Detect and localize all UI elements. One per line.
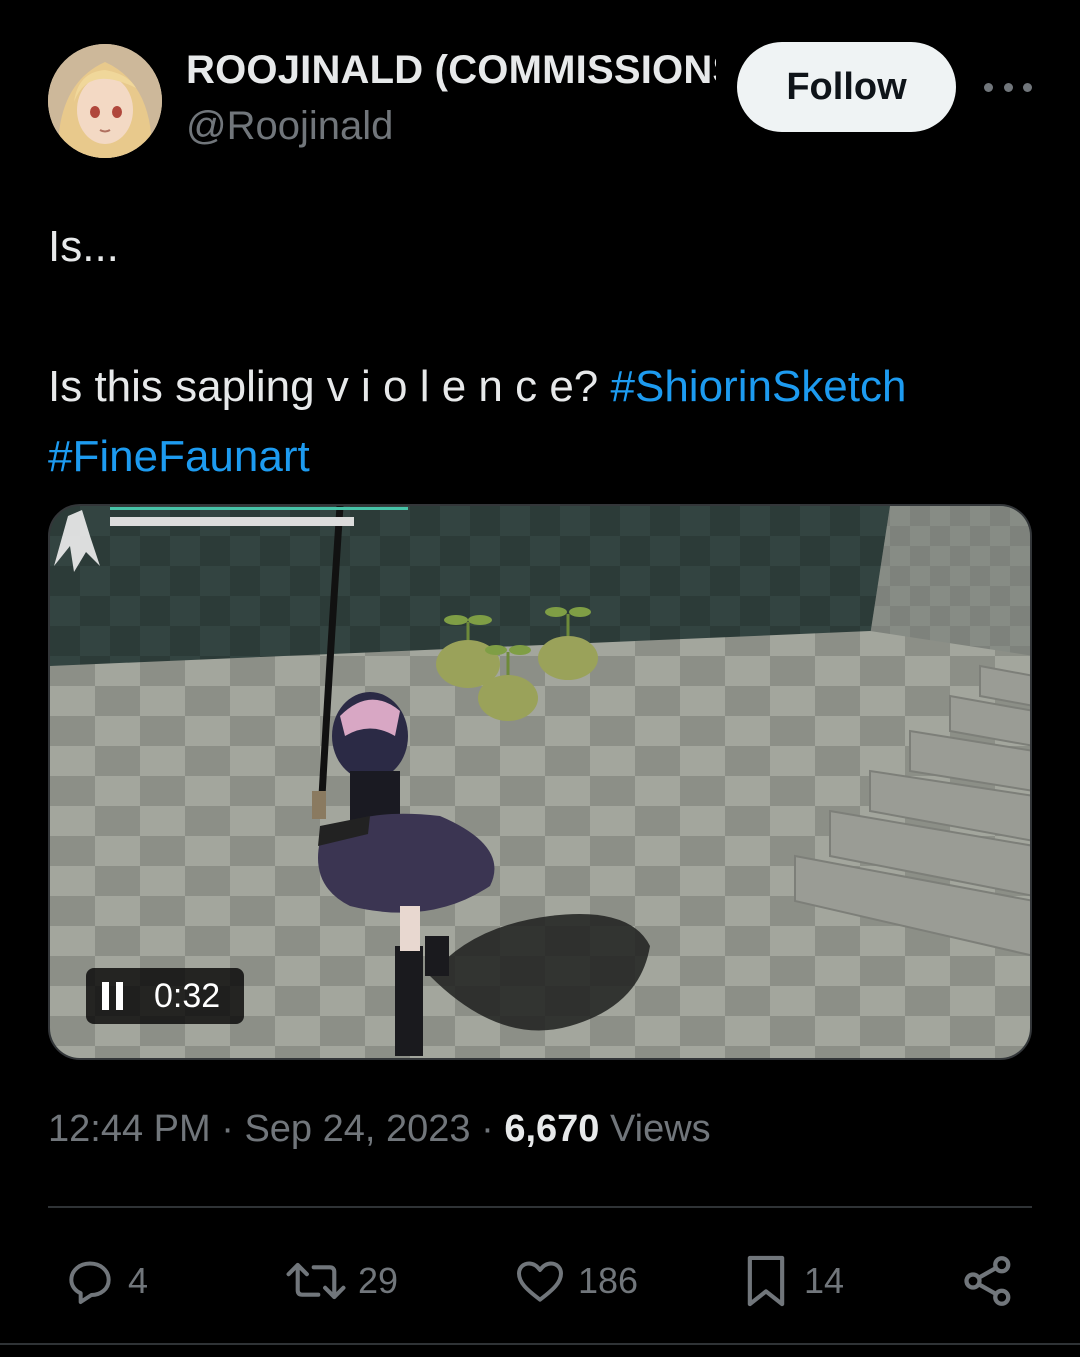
like-button[interactable]: 186 bbox=[512, 1246, 638, 1316]
repost-button[interactable]: 29 bbox=[284, 1246, 398, 1316]
like-icon bbox=[517, 1261, 563, 1302]
meta-separator: · bbox=[481, 1108, 494, 1150]
tweet-date[interactable]: Sep 24, 2023 bbox=[244, 1108, 470, 1150]
share-icon bbox=[964, 1256, 1011, 1306]
repost-icon bbox=[286, 1262, 346, 1300]
tweet-time[interactable]: 12:44 PM bbox=[48, 1108, 211, 1150]
divider bbox=[0, 1343, 1080, 1345]
reply-button[interactable]: 4 bbox=[62, 1246, 148, 1316]
bookmark-icon bbox=[747, 1255, 785, 1307]
more-icon[interactable] bbox=[984, 70, 1032, 104]
reply-count: 4 bbox=[128, 1260, 149, 1301]
follow-button[interactable]: Follow bbox=[737, 42, 956, 132]
like-count: 186 bbox=[578, 1260, 639, 1301]
hashtag-link[interactable]: #ShiorinSketch bbox=[611, 362, 907, 411]
views-count: 6,670 bbox=[504, 1108, 600, 1150]
tweet-actions: 4 29 186 14 bbox=[0, 1246, 1080, 1316]
author-display-name[interactable]: ROOJINALD (COMMISSIONS OPEN) bbox=[186, 48, 716, 93]
tweet-text: Is... Is this sapling v i o l e n c e? #… bbox=[48, 212, 1038, 492]
views-label: Views bbox=[609, 1108, 711, 1150]
share-button[interactable] bbox=[958, 1246, 1018, 1316]
meta-separator: · bbox=[221, 1108, 234, 1150]
tweet-line: Is this sapling v i o l e n c e? #Shiori… bbox=[48, 352, 1038, 492]
pause-icon[interactable] bbox=[102, 982, 124, 1010]
author-avatar[interactable] bbox=[48, 44, 162, 158]
play-pause-control[interactable]: 0:32 bbox=[86, 968, 244, 1024]
tweet-meta: 12:44 PM · Sep 24, 2023 · 6,670 Views bbox=[48, 1108, 711, 1151]
video-elapsed-time: 0:32 bbox=[154, 976, 221, 1015]
tweet-line-text: Is this sapling v i o l e n c e? bbox=[48, 362, 611, 411]
bookmark-button[interactable]: 14 bbox=[738, 1246, 844, 1316]
reply-icon bbox=[69, 1261, 111, 1304]
tweet-line: Is... bbox=[48, 222, 119, 271]
video-player[interactable]: 0:32 bbox=[48, 504, 1032, 1060]
repost-count: 29 bbox=[358, 1260, 399, 1301]
divider bbox=[48, 1206, 1032, 1208]
bookmark-count: 14 bbox=[804, 1260, 845, 1301]
author-handle[interactable]: @Roojinald bbox=[186, 104, 393, 149]
hashtag-link[interactable]: #FineFaunart bbox=[48, 432, 310, 481]
